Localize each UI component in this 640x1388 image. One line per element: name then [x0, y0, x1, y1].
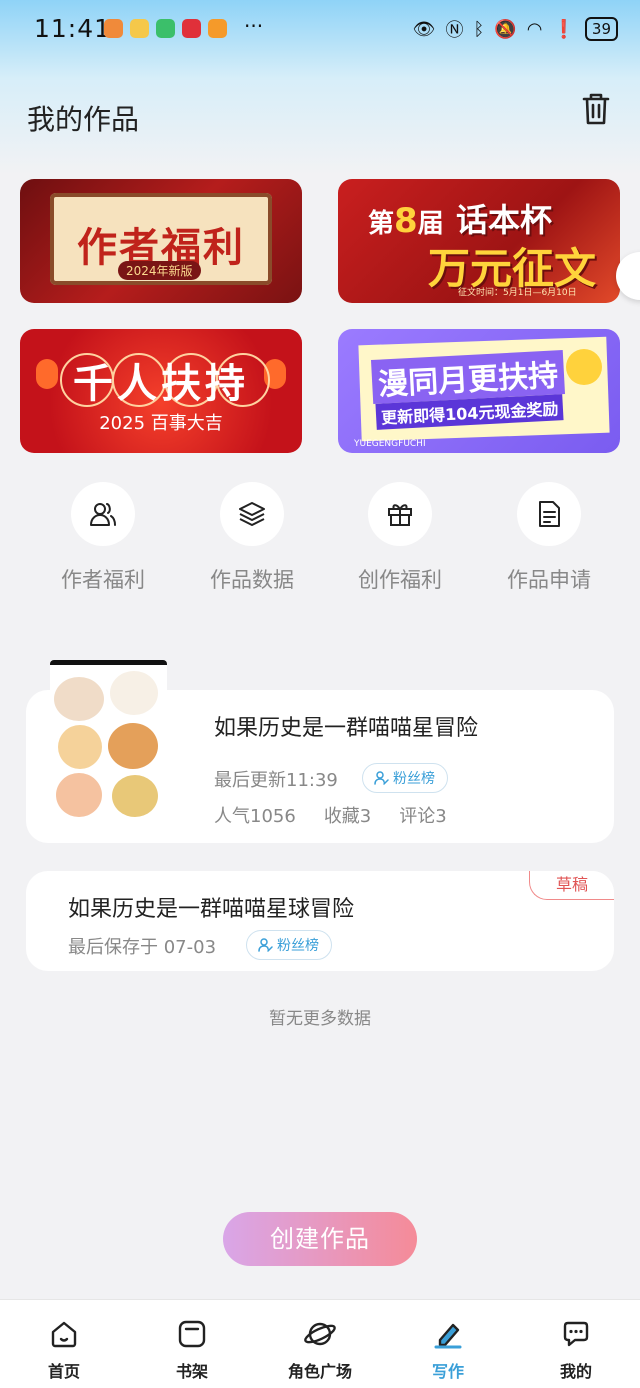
banner-writing-contest[interactable]: 第8届 话本杯 万元征文 征文时间：5月1日—6月10日: [338, 179, 620, 303]
nav-item-character-plaza[interactable]: 角色广场: [260, 1318, 380, 1382]
quick-action-author-benefits[interactable]: 作者福利: [43, 482, 163, 594]
layers-icon: [239, 502, 265, 526]
work-title: 如果历史是一群喵喵星冒险: [214, 716, 479, 741]
bluetooth-icon: ᛒ: [473, 18, 485, 40]
work-title: 如果历史是一群喵喵星球冒险: [68, 897, 355, 922]
banner-title: 千人扶持: [73, 361, 249, 407]
banner-monthly-update[interactable]: 漫同月更扶持 更新即得104元现金奖励 YUEGENGFUCHI: [338, 329, 620, 453]
nav-item-bookshelf[interactable]: 书架: [132, 1318, 252, 1382]
nav-item-home[interactable]: 首页: [4, 1318, 124, 1382]
page-title: 我的作品: [27, 103, 140, 136]
mute-icon: 🔕: [494, 18, 517, 40]
fans-rank-button[interactable]: 粉丝榜: [362, 763, 448, 793]
app-notification-icon: [104, 19, 123, 38]
quick-action-work-application[interactable]: 作品申请: [489, 482, 609, 594]
work-popularity: 人气1056: [214, 806, 296, 827]
work-last-saved: 最后保存于 07-03: [68, 937, 217, 958]
banner-subtitle: 2024年新版: [118, 261, 201, 280]
user-icon: [258, 938, 273, 952]
status-time: 11:41: [34, 14, 112, 43]
nav-label: 书架: [175, 1362, 208, 1381]
chat-icon: [563, 1321, 589, 1347]
home-icon: [51, 1321, 77, 1348]
quick-action-label: 作者福利: [61, 568, 145, 592]
status-bar: 11:41 ··· 👁 Ⓝ ᛒ 🔕 ◠ ❗ 39: [0, 0, 640, 62]
document-icon: [539, 501, 560, 527]
bookshelf-icon: [178, 1320, 206, 1348]
app-notification-icon: [208, 19, 227, 38]
work-stats: 人气1056 收藏3 评论3: [214, 802, 447, 828]
nav-label: 我的: [559, 1362, 592, 1381]
work-favorites: 收藏3: [323, 806, 372, 827]
fans-rank-button[interactable]: 粉丝榜: [246, 930, 332, 960]
quick-action-work-data[interactable]: 作品数据: [192, 482, 312, 594]
gift-icon: [388, 504, 412, 526]
app-notification-icon: [156, 19, 175, 38]
fans-rank-label: 粉丝榜: [277, 938, 319, 954]
quick-action-label: 作品申请: [507, 568, 591, 592]
quick-action-label: 作品数据: [210, 568, 294, 592]
notification-icons: [104, 19, 227, 38]
system-icons: 👁 Ⓝ ᛒ 🔕 ◠ ❗ 39: [413, 16, 618, 42]
quick-action-creation-benefits[interactable]: 创作福利: [340, 482, 460, 594]
fans-rank-label: 粉丝榜: [393, 771, 435, 787]
no-more-data-text: 暂无更多数据: [269, 1009, 371, 1029]
app-notification-icon: [182, 19, 201, 38]
planet-icon: [304, 1322, 336, 1346]
nfc-icon: Ⓝ: [445, 20, 464, 41]
battery-level: 39: [584, 17, 618, 41]
user-icon: [374, 771, 389, 785]
banner-tag: YUEGENGFUCHI: [354, 439, 426, 449]
smiley-icon: [566, 349, 602, 385]
banner-author-benefits[interactable]: 作者福利 2024年新版: [20, 179, 302, 303]
work-comments: 评论3: [399, 806, 447, 827]
banner-note: 征文时间：5月1日—6月10日: [458, 288, 577, 298]
alert-icon: ❗: [552, 18, 575, 40]
wifi-icon: ◠: [526, 18, 543, 40]
nav-item-write[interactable]: 写作: [388, 1318, 508, 1382]
nav-label: 角色广场: [287, 1362, 352, 1381]
users-icon: [90, 503, 116, 526]
nav-label: 写作: [431, 1362, 464, 1381]
create-work-button[interactable]: 创建作品: [223, 1212, 417, 1266]
draft-work-card[interactable]: 草稿 如果历史是一群喵喵星球冒险 最后保存于 07-03 粉丝榜: [26, 871, 614, 971]
work-last-updated: 最后更新11:39: [214, 770, 338, 791]
banner-thousand-support[interactable]: 千人扶持 2025 百事大吉: [20, 329, 302, 453]
pen-icon: [434, 1323, 462, 1349]
banner-subtitle: 2025 百事大吉: [99, 413, 223, 434]
trash-icon[interactable]: [580, 92, 612, 126]
work-cover-image[interactable]: [50, 660, 167, 828]
app-notification-icon: [130, 19, 149, 38]
eye-icon: 👁: [412, 18, 436, 40]
more-notifications-icon: ···: [244, 14, 264, 38]
draft-badge: 草稿: [529, 871, 614, 900]
bottom-navigation: 首页 书架 角色广场 写作 我的: [0, 1299, 640, 1388]
nav-item-mine[interactable]: 我的: [516, 1318, 636, 1382]
quick-action-label: 创作福利: [358, 568, 442, 592]
nav-label: 首页: [47, 1362, 80, 1381]
